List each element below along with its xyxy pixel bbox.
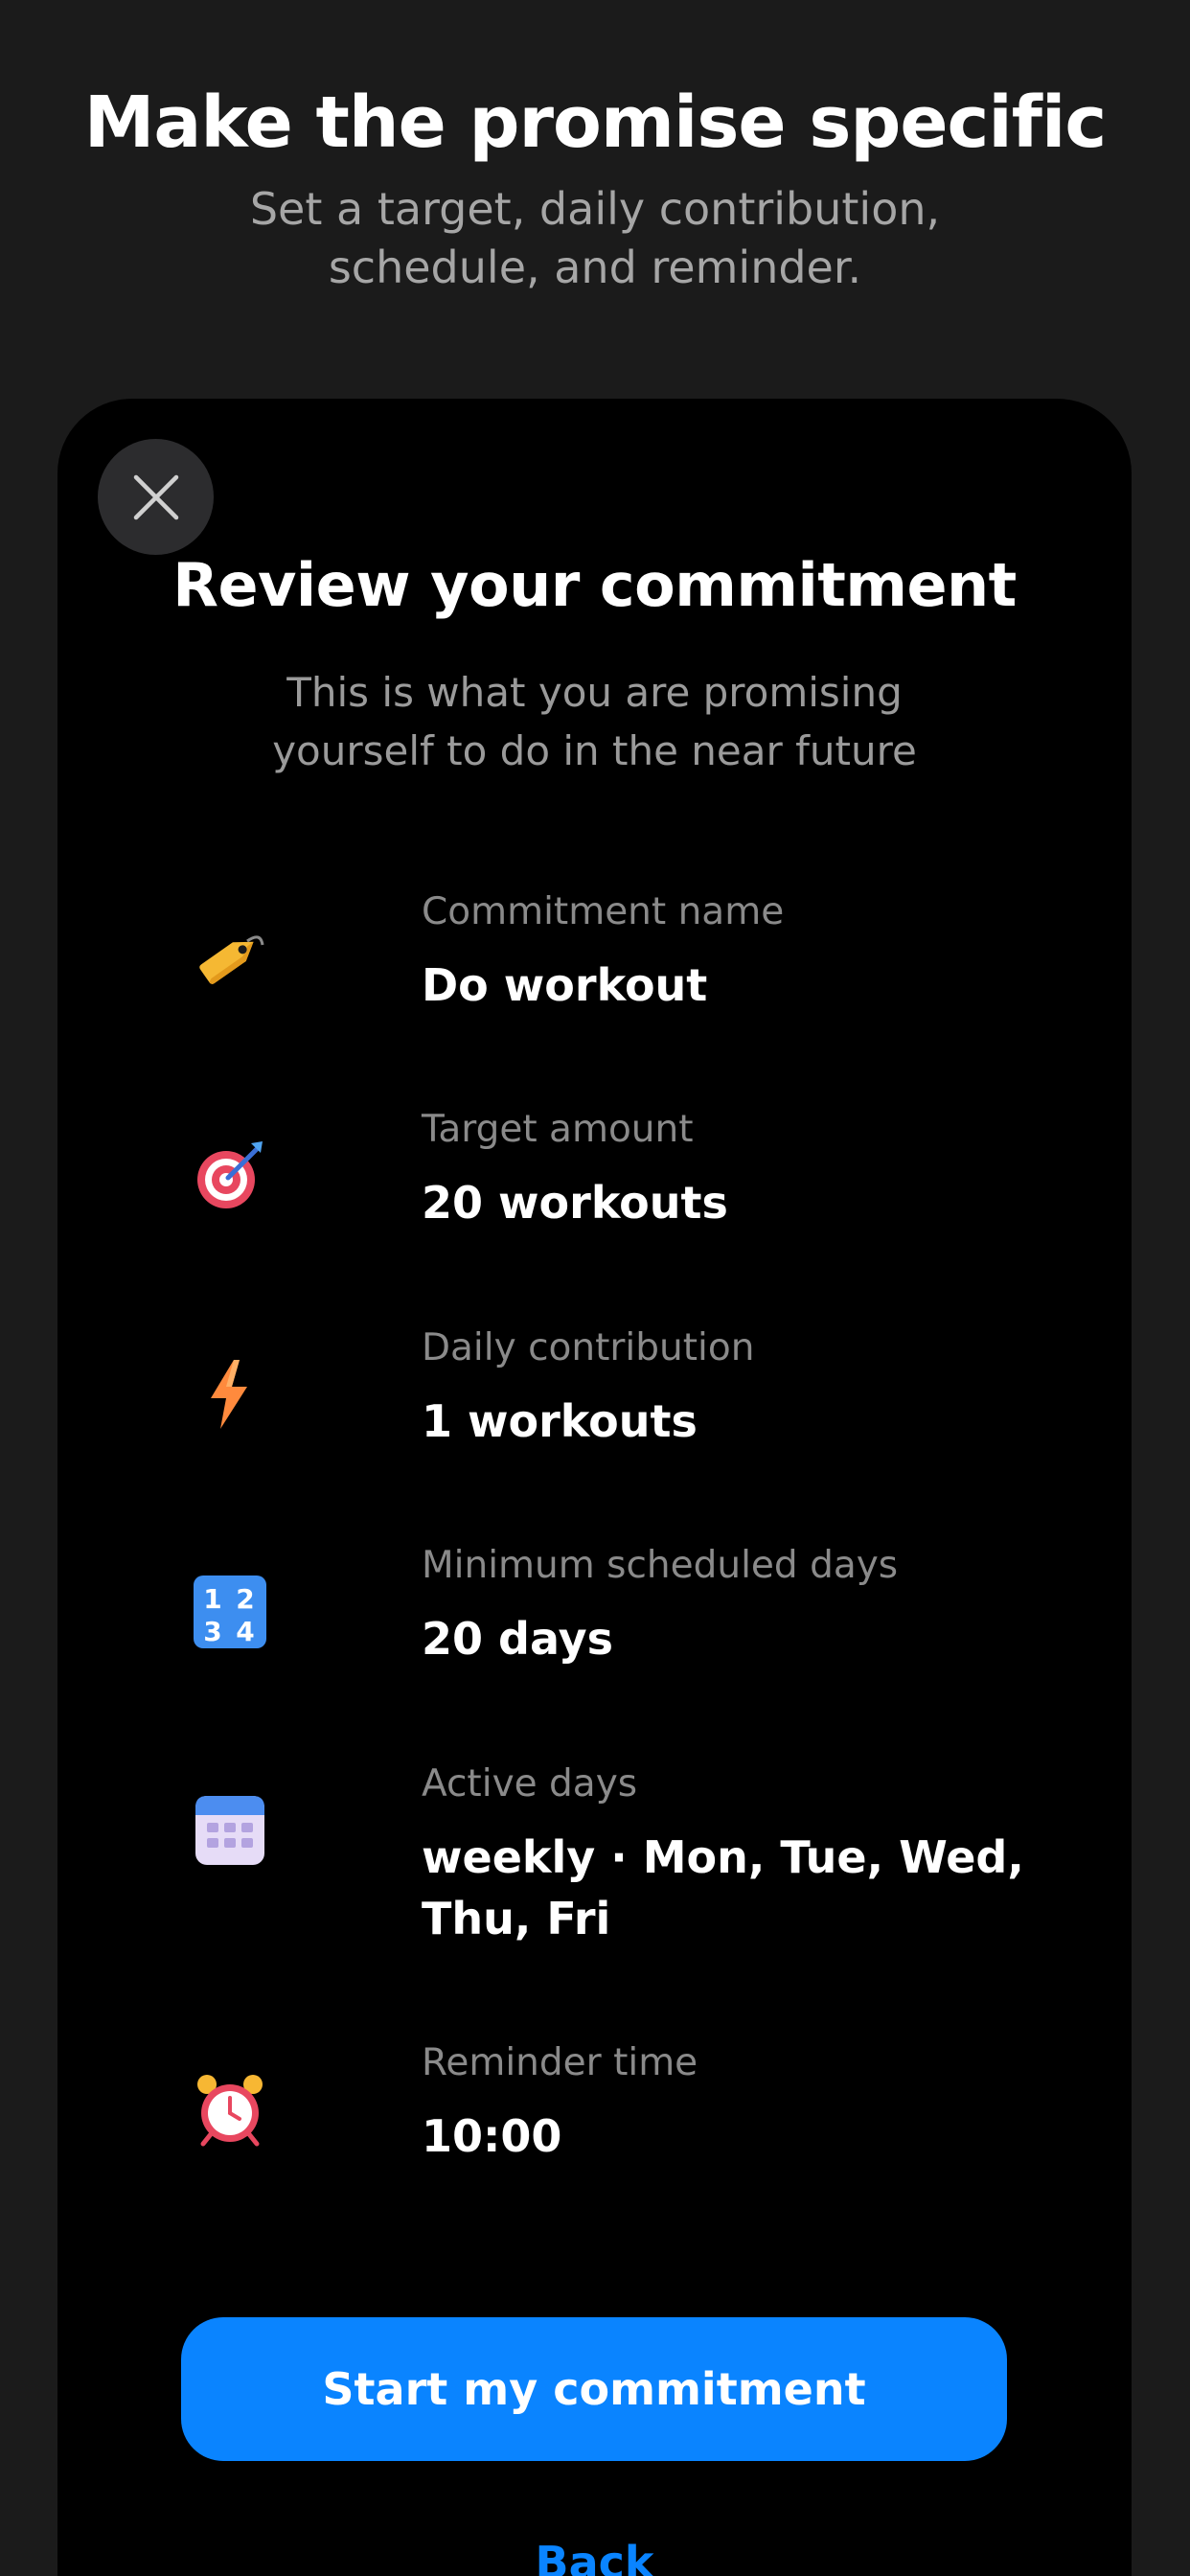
- page-subtitle: Set a target, daily contribution, schedu…: [249, 183, 941, 293]
- lightning-icon: [211, 1360, 247, 1429]
- row-text: Reminder time 10:00: [422, 2038, 1054, 2167]
- page-title: Make the promise specific: [83, 81, 1107, 164]
- row-text: Minimum scheduled days 20 days: [422, 1541, 1054, 1669]
- target-icon: [197, 1141, 263, 1208]
- sheet-subtitle: This is what you are promising yourself …: [272, 669, 917, 774]
- row-text: Daily contribution 1 workouts: [422, 1323, 1054, 1452]
- row-value: 10:00: [422, 2110, 562, 2162]
- row-label: Daily contribution: [422, 1326, 755, 1369]
- numbers-icon-digit: 3: [203, 1616, 221, 1647]
- numbers-icon: 1 2 3 4: [194, 1576, 266, 1648]
- close-icon: [133, 474, 178, 519]
- row-text: Target amount 20 workouts: [422, 1105, 1054, 1233]
- close-button[interactable]: [98, 439, 214, 555]
- back-button[interactable]: Back: [57, 2534, 1132, 2576]
- row-label: Commitment name: [422, 890, 785, 933]
- sheet-title: Review your commitment: [172, 550, 1017, 620]
- numbers-icon-digit: 4: [236, 1616, 254, 1647]
- row-value: weekly · Mon, Tue, Wed, Thu, Fri: [422, 1831, 1024, 1944]
- row-value: Do workout: [422, 959, 708, 1011]
- row-value: 1 workouts: [422, 1395, 698, 1447]
- row-text: Active days weekly · Mon, Tue, Wed, Thu,…: [422, 1760, 1054, 1949]
- numbers-icon-digit: 1: [203, 1583, 221, 1615]
- numbers-icon-digit: 2: [236, 1583, 254, 1615]
- screen: Make the promise specific Set a target, …: [0, 0, 1190, 2576]
- row-label: Reminder time: [422, 2041, 698, 2084]
- row-value: 20 workouts: [422, 1177, 728, 1229]
- row-value: 20 days: [422, 1613, 613, 1665]
- row-label: Active days: [422, 1762, 638, 1806]
- alarm-clock-icon: [197, 2075, 263, 2147]
- calendar-icon: [195, 1796, 264, 1865]
- row-label: Target amount: [422, 1108, 694, 1151]
- review-sheet: Review your commitment This is what you …: [57, 399, 1132, 2576]
- row-label: Minimum scheduled days: [422, 1544, 899, 1587]
- tag-icon: [199, 935, 264, 984]
- row-text: Commitment name Do workout: [422, 887, 1054, 1016]
- header: Make the promise specific Set a target, …: [0, 75, 1190, 297]
- start-commitment-button[interactable]: Start my commitment: [181, 2317, 1007, 2461]
